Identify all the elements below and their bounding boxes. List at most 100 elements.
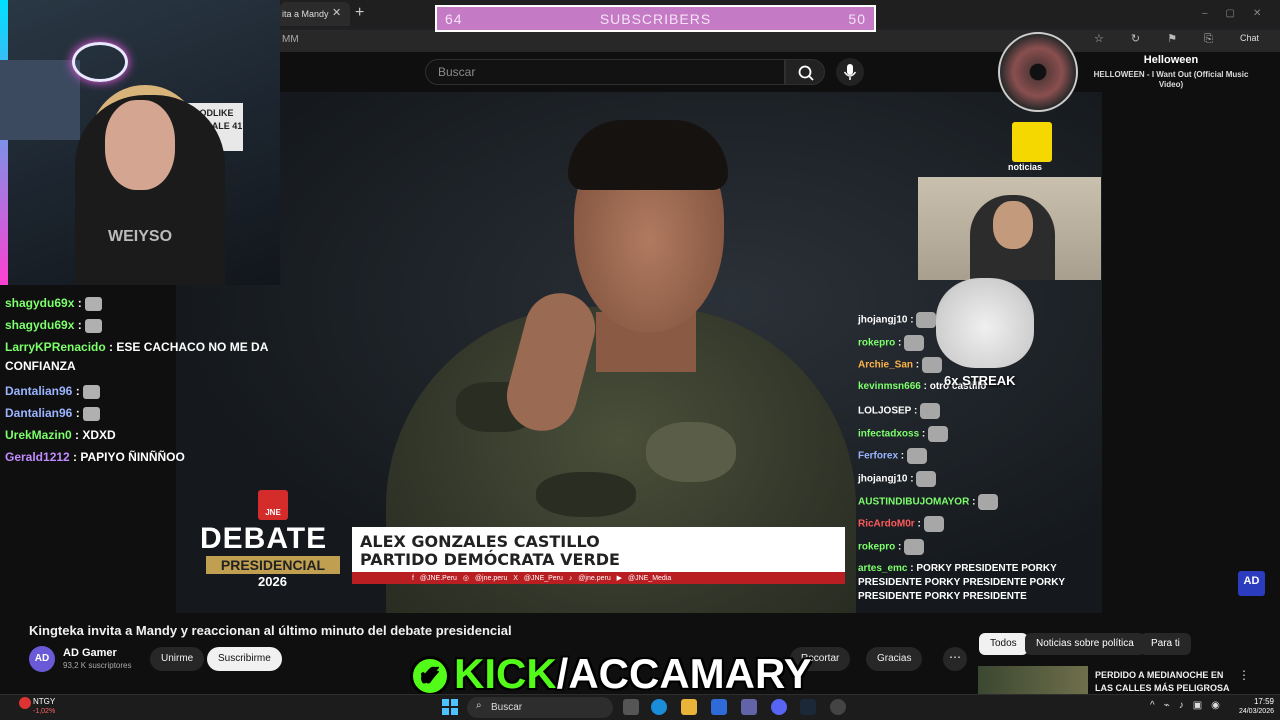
recommended-title[interactable]: PERDIDO A MEDIANOCHE EN LAS CALLES MÁS P…	[1095, 669, 1235, 695]
chat-separator: :	[920, 381, 930, 393]
now-playing-title: Helloween	[1143, 54, 1199, 66]
voice-search-button[interactable]	[836, 58, 864, 86]
system-tray-icons[interactable]: ^⌁♪▣◉	[1150, 700, 1229, 711]
chat-username[interactable]: UrekMazin0	[5, 428, 72, 442]
chat-emote-icon	[923, 516, 944, 533]
store-icon[interactable]	[711, 699, 727, 715]
planet-neon-icon	[72, 42, 128, 82]
windows-taskbar	[0, 694, 1280, 720]
chat-username[interactable]: Archie_San	[858, 360, 913, 371]
chat-username[interactable]: jhojangj10	[858, 315, 907, 326]
speaker-hair	[568, 120, 728, 190]
chat-emote-icon	[921, 357, 942, 374]
now-playing-disc	[998, 32, 1078, 112]
noticias-logo	[1012, 122, 1052, 162]
chip-politics-news[interactable]: Noticias sobre política	[1025, 633, 1145, 655]
chat-separator: :	[907, 473, 917, 485]
search-button[interactable]	[785, 59, 825, 85]
chat-username[interactable]: Dantalian96	[5, 384, 72, 398]
subscribers-title: SUBSCRIBERS	[599, 11, 712, 27]
chat-message: LOLJOSEP :	[858, 402, 1098, 419]
chat-username[interactable]: shagydu69x	[5, 296, 74, 310]
chat-separator: :	[74, 296, 86, 310]
browser-toolbar-icons[interactable]: ☆ ↻ ⚑ ⎘	[1094, 32, 1225, 46]
shirt-print: WEIYSO	[108, 228, 173, 245]
taskbar-search[interactable]: Buscar	[467, 697, 613, 718]
windows-logo-icon	[442, 708, 449, 715]
chat-username[interactable]: Dantalian96	[5, 406, 72, 420]
noticias-label: noticias	[1008, 162, 1043, 172]
task-view-icon[interactable]	[623, 699, 639, 715]
new-tab-icon[interactable]: +	[355, 4, 364, 22]
chat-emote-icon	[904, 334, 925, 351]
chat-separator: :	[969, 496, 979, 508]
join-button[interactable]: Unirme	[150, 647, 205, 671]
file-explorer-icon[interactable]	[681, 699, 697, 715]
tab-close-icon[interactable]: ✕	[332, 6, 341, 19]
chat-message: shagydu69x :	[5, 294, 280, 313]
chat-message: LarryKPRenacido : ESE CACHACO NO ME DA C…	[5, 338, 280, 376]
chat-username[interactable]: infectadxoss	[858, 428, 919, 439]
chip-for-you[interactable]: Para ti	[1140, 633, 1191, 655]
candidate-name: ALEX GONZALES CASTILLO	[360, 532, 600, 551]
recommended-thumbnail[interactable]	[978, 666, 1088, 694]
camo-patch	[536, 472, 636, 517]
chat-username[interactable]: AUSTINDIBUJOMAYOR	[858, 496, 969, 507]
chat-message: Dantalian96 :	[5, 404, 280, 423]
debate-title: DEBATE	[200, 522, 328, 555]
stock-change: -1,02%	[33, 708, 56, 715]
edge-icon[interactable]	[651, 699, 667, 715]
clock-date[interactable]: 24/03/2026	[1228, 708, 1274, 715]
chat-emote-icon	[83, 384, 101, 399]
chat-username[interactable]: LOLJOSEP	[858, 405, 911, 416]
clock-time[interactable]: 17:59	[1230, 697, 1274, 706]
chat-username[interactable]: Gerald1212	[5, 450, 70, 464]
steam-icon[interactable]	[800, 699, 816, 715]
channel-avatar[interactable]: AD	[29, 646, 55, 672]
chat-username[interactable]: artes_emc	[858, 563, 907, 574]
chat-username[interactable]: rokepro	[858, 542, 895, 553]
streamer-face	[105, 100, 175, 190]
chat-username[interactable]: jhojangj10	[858, 474, 907, 485]
more-actions-button[interactable]: ⋯	[943, 647, 967, 671]
chat-separator: :	[72, 384, 84, 398]
chat-emote-icon	[978, 493, 999, 510]
search-input[interactable]	[426, 60, 784, 84]
left-chat-overlay: shagydu69x : shagydu69x : LarryKPRenacid…	[0, 292, 284, 466]
stock-widget-icon[interactable]	[19, 697, 31, 709]
chat-username[interactable]: RicArdoM0r	[858, 519, 915, 530]
chat-username[interactable]: Ferforex	[858, 451, 898, 462]
discord-icon[interactable]	[771, 699, 787, 715]
chat-emote-icon	[920, 402, 941, 419]
chat-username[interactable]: rokepro	[858, 337, 895, 348]
chat-emote-icon	[85, 296, 103, 311]
chat-link[interactable]: Chat	[1240, 33, 1259, 43]
start-button[interactable]	[442, 699, 458, 715]
channel-subscribers: 93,2 K suscriptores	[63, 661, 132, 670]
tab-title: ita a Mandy	[282, 9, 329, 19]
chat-username[interactable]: LarryKPRenacido	[5, 340, 106, 354]
subscribe-button[interactable]: Suscribirme	[207, 647, 282, 671]
chat-message: UrekMazin0 : XDXD	[5, 426, 280, 445]
chat-username[interactable]: kevinmsn666	[858, 381, 921, 392]
subscribers-goal-bar: SUBSCRIBERS 64 50	[435, 5, 876, 32]
jne-logo: JNE	[258, 490, 288, 520]
candidate-name-plate: ALEX GONZALES CASTILLO PARTIDO DEMÓCRATA…	[352, 527, 845, 572]
channel-name[interactable]: AD Gamer	[63, 647, 117, 659]
chat-separator: :	[71, 428, 83, 442]
chat-separator: :	[913, 360, 922, 372]
stock-ticker[interactable]: NTGY	[33, 697, 55, 706]
chat-username[interactable]: shagydu69x	[5, 318, 74, 332]
teams-icon[interactable]	[741, 699, 757, 715]
now-playing-track: HELLOWEEN - I Want Out (Official Music V…	[1093, 70, 1249, 89]
windows-logo-icon	[451, 708, 458, 715]
windows-logo-icon	[442, 699, 449, 706]
search-box[interactable]	[425, 59, 785, 85]
window-controls[interactable]: –▢✕	[1202, 8, 1279, 19]
chat-message: RicArdoM0r :	[858, 516, 1098, 533]
subscribers-goal: 50	[848, 11, 866, 27]
chip-all[interactable]: Todos	[979, 633, 1028, 655]
thanks-button[interactable]: Gracias	[866, 647, 923, 671]
obs-icon[interactable]	[830, 699, 846, 715]
recommended-more-icon[interactable]: ⋮	[1238, 668, 1250, 682]
